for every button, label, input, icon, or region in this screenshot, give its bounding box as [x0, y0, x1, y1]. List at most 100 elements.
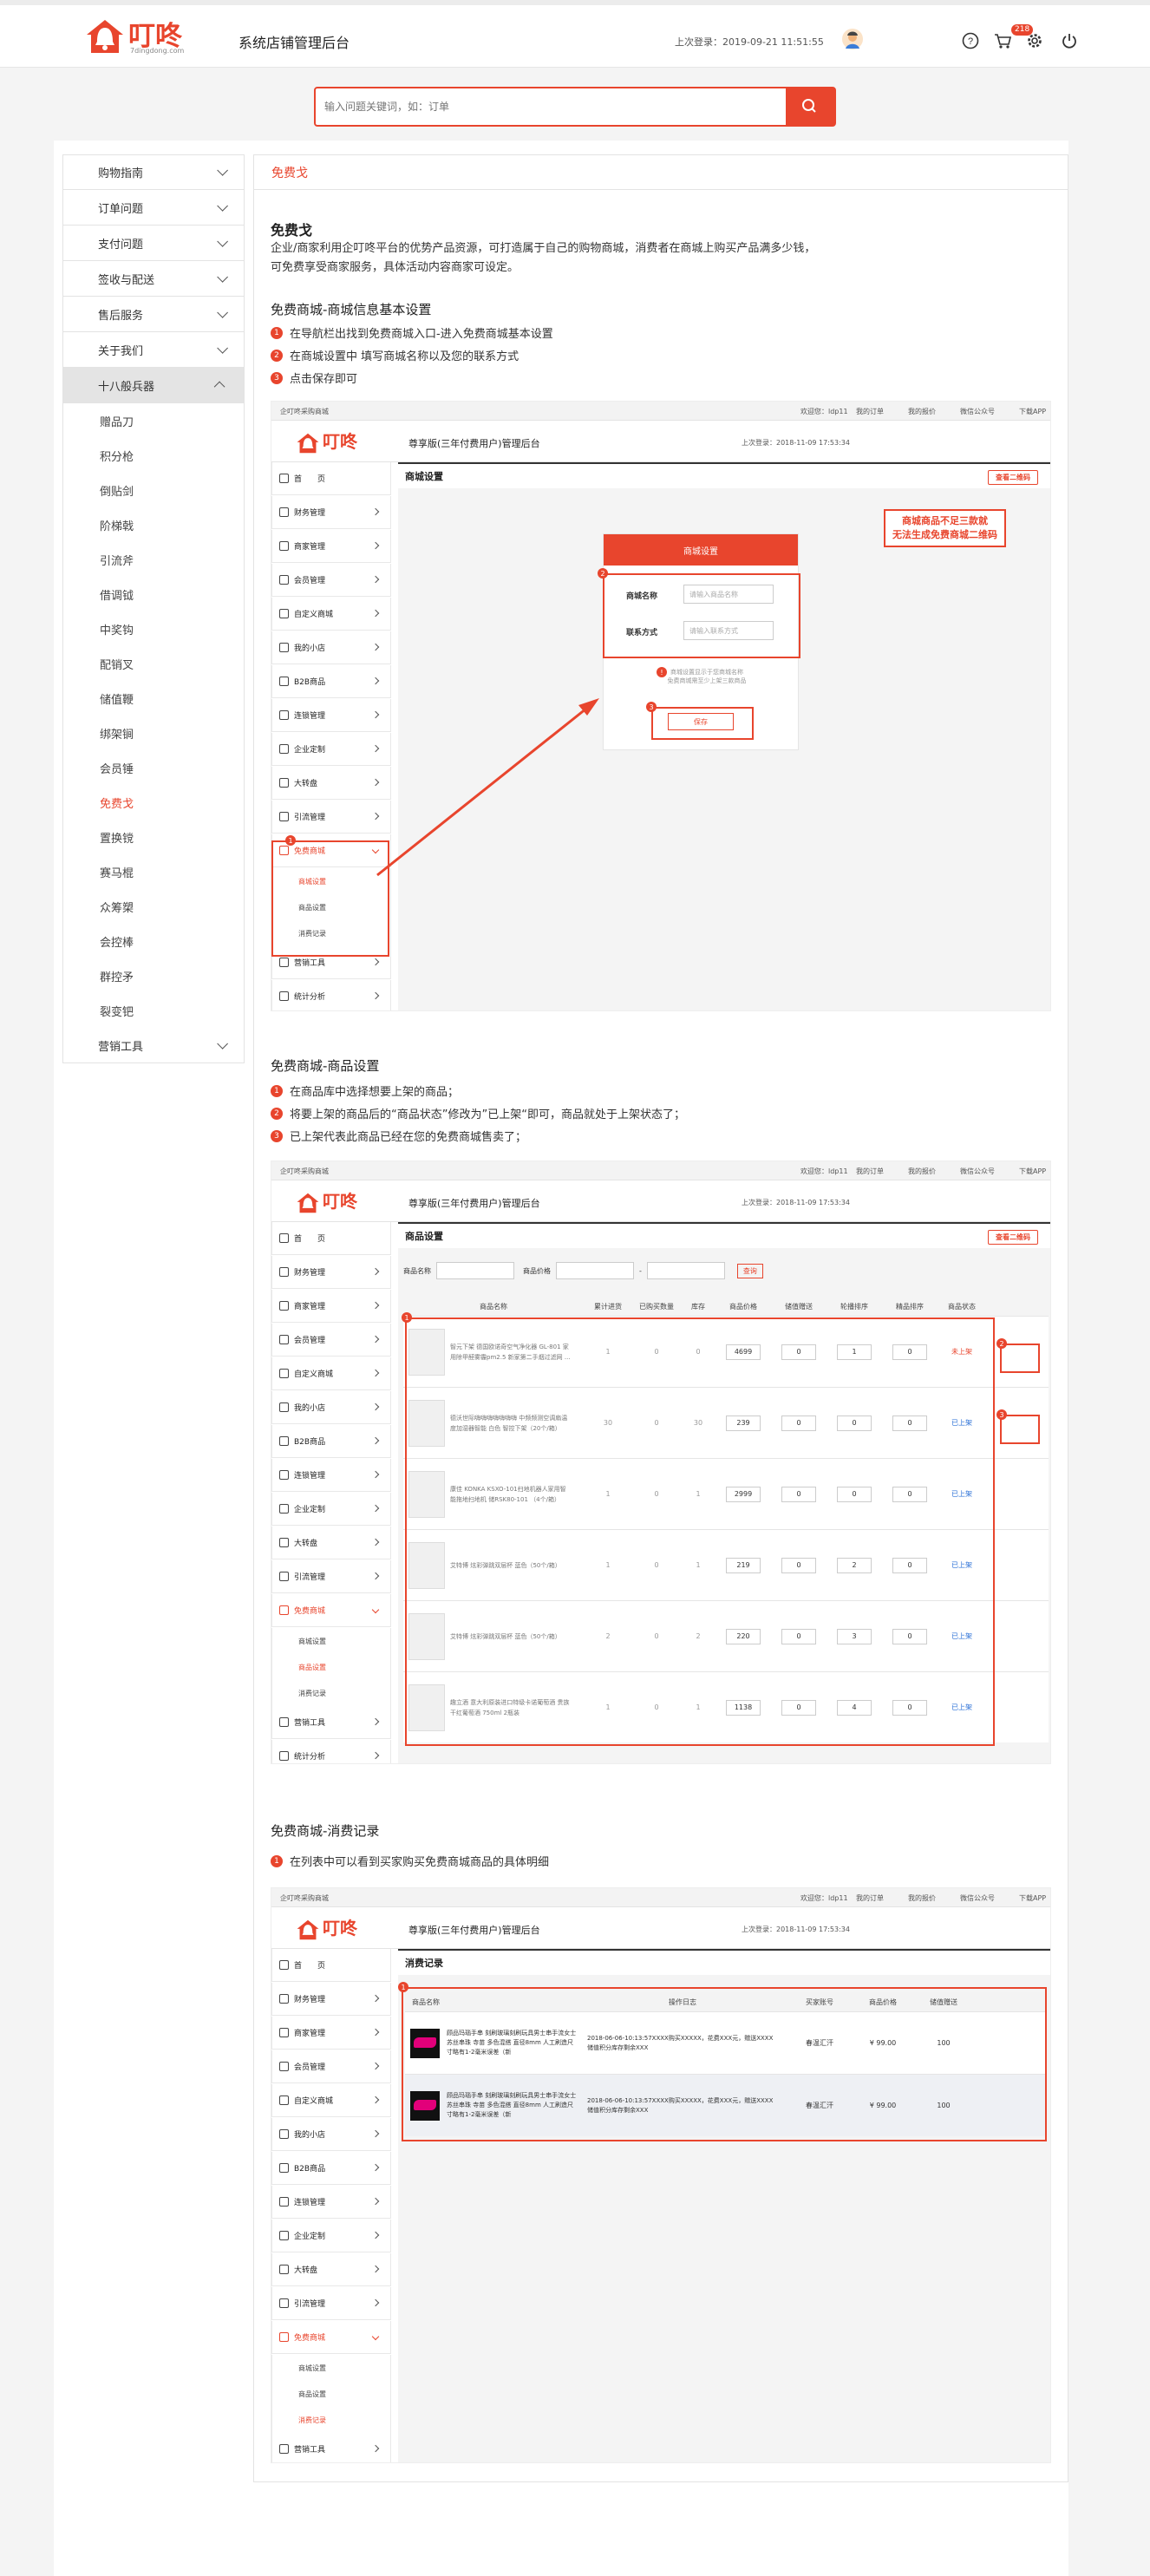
mini-nav-item[interactable]: 商家管理: [271, 1290, 391, 1323]
sidebar-item-weapons[interactable]: 十八般兵器: [62, 368, 245, 403]
sidebar-item-shopping-guide[interactable]: 购物指南: [62, 154, 245, 190]
sidebar-subitem[interactable]: 赠品刀: [62, 403, 245, 438]
sidebar-subitem[interactable]: 中奖钩: [62, 611, 245, 646]
sidebar-item-payment[interactable]: 支付问题: [62, 226, 245, 261]
sidebar-subitem[interactable]: 众筹槊: [62, 889, 245, 924]
nav-icon: [279, 1369, 289, 1378]
sidebar-item-after-sales[interactable]: 售后服务: [62, 297, 245, 332]
mini-nav-subitem[interactable]: 商品设置: [271, 1654, 391, 1680]
sidebar-subitem[interactable]: 绑架锏: [62, 716, 245, 750]
mini-nav-item[interactable]: 商家管理: [271, 2017, 391, 2050]
mini-nav-item[interactable]: 统计分析: [271, 1740, 391, 1763]
nav-icon: [279, 2129, 289, 2139]
help-sidebar: 购物指南 订单问题 支付问题 签收与配送 售后服务 关于我们 十八般兵器 赠品刀…: [62, 154, 245, 1063]
step-2-2: 2 将要上架的商品后的“商品状态”修改为”已上架“即可，商品就处于上架状态了；: [271, 1105, 685, 1121]
nav-icon: [279, 2095, 289, 2105]
sidebar-subitem[interactable]: 裂变钯: [62, 993, 245, 1028]
mini-nav-item[interactable]: 引流管理: [271, 2287, 391, 2320]
search-button[interactable]: [786, 88, 834, 125]
chevron-icon: [371, 2265, 380, 2273]
svg-text:?: ?: [968, 36, 973, 47]
mini-nav-item[interactable]: 我的小店: [271, 1391, 391, 1424]
sidebar-subitem[interactable]: 借调钺: [62, 577, 245, 611]
mini-nav-item[interactable]: 财务管理: [271, 1983, 391, 2016]
sidebar-subitem[interactable]: 储值鞭: [62, 681, 245, 716]
filter-price-min[interactable]: [556, 1262, 634, 1279]
mini-nav-subitem[interactable]: 商品设置: [271, 2381, 391, 2407]
mini-nav-label: 免费商城: [294, 1607, 326, 1616]
mini-nav-item[interactable]: 大转盘: [271, 1527, 391, 1559]
mini-nav-item[interactable]: 连锁管理: [271, 2186, 391, 2219]
chevron-icon: [371, 1605, 380, 1614]
mini-nav-label: 统计分析: [294, 1753, 326, 1762]
gear-icon[interactable]: [1025, 31, 1044, 50]
mini-nav-item[interactable]: 会员管理: [271, 2050, 391, 2083]
sidebar-subitem[interactable]: 群控矛: [62, 958, 245, 993]
cart-icon[interactable]: [993, 31, 1012, 50]
mini-nav-item[interactable]: 连锁管理: [271, 1459, 391, 1492]
sidebar-item-orders[interactable]: 订单问题: [62, 190, 245, 226]
tab-current[interactable]: 免费戈: [254, 155, 1068, 190]
sidebar-subitem[interactable]: 置换镋: [62, 820, 245, 854]
sidebar-item-about[interactable]: 关于我们: [62, 332, 245, 368]
sidebar-subitem[interactable]: 倒贴剑: [62, 473, 245, 507]
mini-nav-item[interactable]: 首 页: [271, 1949, 391, 1982]
sidebar-subitem[interactable]: 免费戈: [62, 785, 245, 820]
mini-nav-subitem[interactable]: 消费记录: [271, 1680, 391, 1706]
chevron-icon: [371, 1436, 380, 1445]
mini-nav-item[interactable]: 营销工具: [271, 1706, 391, 1739]
avatar[interactable]: [841, 28, 864, 50]
sidebar-subitem[interactable]: 配销叉: [62, 646, 245, 681]
screenshot-mall-settings: 企叮咚采购商城 欢迎您：ldp11 我的订单 我的报价 微信公众号 下载APP …: [271, 401, 1051, 1011]
mini-nav-item[interactable]: 免费商城: [271, 1594, 391, 1627]
mini-nav-label: 首 页: [294, 1235, 326, 1244]
mini-nav-subitem[interactable]: 商城设置: [271, 1628, 391, 1654]
mini-nav-item[interactable]: 企业定制: [271, 2220, 391, 2252]
filter-price-max[interactable]: [646, 1262, 725, 1279]
mini-nav-item[interactable]: 我的小店: [271, 2118, 391, 2151]
mini-nav-item[interactable]: 引流管理: [271, 1560, 391, 1593]
mini-nav-item[interactable]: 营销工具: [271, 2433, 391, 2462]
mini-nav-item[interactable]: 企业定制: [271, 1493, 391, 1526]
nav-icon: [279, 2444, 289, 2454]
column-header: 商品价格: [729, 1302, 757, 1311]
mini-nav-subitem[interactable]: 消费记录: [271, 2407, 391, 2433]
mini-nav-item[interactable]: B2B商品: [271, 2152, 391, 2185]
mini-logo: 叮咚: [296, 1914, 357, 1941]
mini-nav-item[interactable]: 首 页: [271, 1222, 391, 1255]
mini-nav-item[interactable]: 大转盘: [271, 2253, 391, 2286]
mini-logo: 叮咚: [296, 1187, 357, 1214]
nav-icon: [279, 1717, 289, 1727]
section-title-1: 免费商城-商城信息基本设置: [271, 302, 432, 317]
mini-nav-item[interactable]: 财务管理: [271, 1256, 391, 1289]
mini-nav-subitem[interactable]: 商城设置: [271, 2355, 391, 2381]
help-icon[interactable]: ?: [961, 31, 980, 50]
brand-logo[interactable]: 叮咚 7dingdong.com: [85, 17, 184, 56]
sidebar-item-delivery[interactable]: 签收与配送: [62, 261, 245, 297]
filter-name-input[interactable]: [436, 1262, 514, 1279]
mini-nav-label: 大转盘: [294, 1540, 318, 1548]
sidebar-subitem[interactable]: 阶梯戟: [62, 507, 245, 542]
mini-nav-item[interactable]: 自定义商城: [271, 2084, 391, 2117]
chevron-icon: [371, 1335, 380, 1344]
table-header: 商品名称 累计进货 已购买数量 库存 商品价格 储值赠送 轮播排序 精品排序 商品状态: [403, 1297, 1049, 1316]
sidebar-subitem[interactable]: 会控棒: [62, 924, 245, 958]
qr-code-button[interactable]: 查看二维码: [988, 1230, 1038, 1245]
mini-nav-item[interactable]: B2B商品: [271, 1425, 391, 1458]
mini-nav-item[interactable]: 免费商城: [271, 2321, 391, 2354]
mini-nav-item[interactable]: 自定义商城: [271, 1357, 391, 1390]
sidebar-subitem[interactable]: 引流斧: [62, 542, 245, 577]
mini-nav-item[interactable]: 会员管理: [271, 1324, 391, 1357]
power-icon[interactable]: [1060, 31, 1079, 50]
nav-icon: [279, 2163, 289, 2173]
sidebar-item-marketing-tools[interactable]: 营销工具: [62, 1028, 245, 1063]
system-name: 系统店铺管理后台: [238, 35, 350, 51]
search-input[interactable]: [324, 88, 775, 125]
nav-icon: [279, 2028, 289, 2037]
mini-nav-label: 财务管理: [294, 1996, 326, 2004]
sidebar-subitem[interactable]: 会员锤: [62, 750, 245, 785]
query-button[interactable]: 查询: [736, 1263, 763, 1278]
sidebar-subitem[interactable]: 积分枪: [62, 438, 245, 473]
mini-nav: 首 页财务管理 商家管理 会员管理 自定义商城 我的小店 B2B商品 连锁管理 企业定制大转盘…: [271, 1222, 391, 1763]
sidebar-subitem[interactable]: 赛马棍: [62, 854, 245, 889]
